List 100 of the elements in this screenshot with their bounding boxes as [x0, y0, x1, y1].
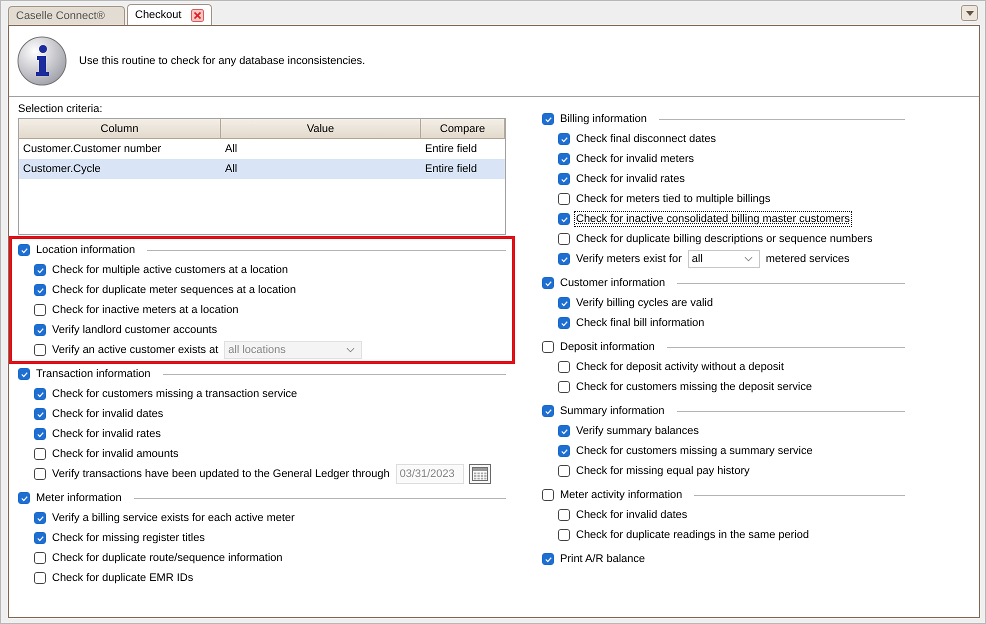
- checkbox[interactable]: [558, 173, 570, 185]
- table-cell-text: All: [224, 142, 238, 157]
- table-cell-text: Entire field: [424, 142, 478, 157]
- checkbox[interactable]: [558, 193, 570, 205]
- checkbox[interactable]: [18, 492, 30, 504]
- checkmark-icon: [560, 298, 568, 308]
- group-label: Deposit information: [559, 340, 656, 354]
- tab[interactable]: Caselle Connect®: [8, 6, 125, 25]
- checkbox-label: Verify an active customer exists at: [51, 343, 220, 357]
- checkbox[interactable]: [558, 317, 570, 329]
- checkbox-label: Check for customers missing the deposit service: [575, 380, 813, 394]
- checkbox[interactable]: [34, 264, 46, 276]
- checkmark-icon: [36, 534, 44, 542]
- checkbox[interactable]: [34, 532, 46, 544]
- checkmark-icon: [560, 254, 568, 264]
- tab[interactable]: Checkout: [127, 4, 212, 25]
- chevron-icon: [744, 256, 753, 262]
- checkbox-label: Check for duplicate readings in the same period: [575, 528, 810, 542]
- checkmark-icon: [36, 410, 44, 418]
- checkmark-icon: [544, 406, 552, 416]
- checkbox[interactable]: [34, 428, 46, 440]
- checkbox-label: Verify meters exist for: [575, 252, 683, 266]
- checkbox[interactable]: [542, 489, 554, 501]
- checkbox[interactable]: [558, 153, 570, 165]
- checkbox[interactable]: [558, 465, 570, 477]
- table-cell-text: All: [224, 162, 238, 177]
- checkmark-icon: [36, 514, 44, 522]
- checkbox[interactable]: [18, 368, 30, 380]
- checkbox[interactable]: [558, 509, 570, 521]
- group-label: Meter information: [35, 491, 123, 505]
- section-label: Selection criteria:: [18, 103, 104, 115]
- checkbox[interactable]: [34, 552, 46, 564]
- suffix-label: metered services: [764, 252, 851, 266]
- checkbox-label: Check for missing equal pay history: [575, 464, 751, 478]
- group-label: Transaction information: [35, 367, 152, 381]
- chevron-icon: [346, 347, 356, 353]
- checkmark-icon: [36, 326, 44, 334]
- info-message: Use this routine to check for any database inconsistencies.: [79, 55, 366, 67]
- checkbox[interactable]: [542, 113, 554, 125]
- tab-label: Caselle Connect®: [16, 10, 105, 22]
- checkbox-label: Verify landlord customer accounts: [51, 323, 218, 337]
- checkbox[interactable]: [558, 133, 570, 145]
- checkbox-label: Check for deposit activity without a deposit: [575, 360, 785, 374]
- checkbox[interactable]: [542, 277, 554, 289]
- checkbox[interactable]: [558, 381, 570, 393]
- checkbox[interactable]: [18, 244, 30, 256]
- checkbox[interactable]: [34, 448, 46, 460]
- checkbox-label: Check for invalid rates: [51, 427, 162, 441]
- checkmark-icon: [560, 214, 568, 224]
- checkmark-icon: [560, 174, 568, 184]
- column-header[interactable]: Value: [221, 119, 421, 139]
- checkbox-label: Check for customers missing a transaction service: [51, 387, 298, 401]
- checkbox-label: Check for invalid rates: [575, 172, 686, 186]
- checkmark-icon: [36, 286, 44, 294]
- checkbox[interactable]: [558, 253, 570, 265]
- checkmark-icon: [544, 554, 552, 564]
- checkbox-label: Check for missing register titles: [51, 531, 206, 545]
- tab-menu-button[interactable]: [961, 5, 978, 21]
- checkbox[interactable]: [34, 388, 46, 400]
- checkmark-icon: [544, 278, 552, 288]
- group-label: Print A/R balance: [559, 552, 646, 566]
- checkbox[interactable]: [34, 324, 46, 336]
- checkbox[interactable]: [558, 361, 570, 373]
- checkbox-label: Verify a billing service exists for each active meter: [51, 511, 296, 525]
- checkmark-icon: [560, 134, 568, 144]
- checkbox[interactable]: [34, 512, 46, 524]
- checkbox[interactable]: [558, 233, 570, 245]
- checkbox[interactable]: [34, 284, 46, 296]
- checkbox-label: Check final disconnect dates: [575, 132, 718, 146]
- column-header[interactable]: Column: [19, 119, 221, 139]
- caret-icon: [966, 10, 974, 16]
- dropdown[interactable]: all: [688, 250, 760, 268]
- table-cell-text: Customer.Cycle: [22, 162, 102, 177]
- checkmark-icon: [544, 114, 552, 124]
- checkbox[interactable]: [34, 572, 46, 584]
- checkbox[interactable]: [558, 213, 570, 225]
- checkbox-label: Check for duplicate meter sequences at a location: [51, 283, 297, 297]
- checkbox[interactable]: [34, 304, 46, 316]
- checkbox[interactable]: [558, 297, 570, 309]
- checkbox-label: Verify billing cycles are valid: [575, 296, 714, 310]
- group-label: Customer information: [559, 276, 666, 290]
- checkbox-label: Check for invalid meters: [575, 152, 695, 166]
- checkbox[interactable]: [542, 341, 554, 353]
- checkbox-label: Check for invalid amounts: [51, 447, 180, 461]
- checkmark-icon: [560, 154, 568, 164]
- column-header[interactable]: Compare: [421, 119, 505, 139]
- checkbox[interactable]: [542, 405, 554, 417]
- checkbox-label: Check for meters tied to multiple billings: [575, 192, 772, 206]
- checkbox-label: Check for duplicate route/sequence information: [51, 551, 284, 565]
- checkbox[interactable]: [558, 425, 570, 437]
- checkbox[interactable]: [34, 408, 46, 420]
- checkbox-label: Verify summary balances: [575, 424, 700, 438]
- checkbox[interactable]: [558, 529, 570, 541]
- checkmark-icon: [36, 430, 44, 438]
- checkbox[interactable]: [542, 553, 554, 565]
- group-label: Location information: [35, 243, 136, 257]
- close-icon[interactable]: [191, 8, 204, 22]
- checkbox[interactable]: [558, 445, 570, 457]
- checkmark-icon: [560, 446, 568, 456]
- calendar-button[interactable]: [468, 464, 491, 484]
